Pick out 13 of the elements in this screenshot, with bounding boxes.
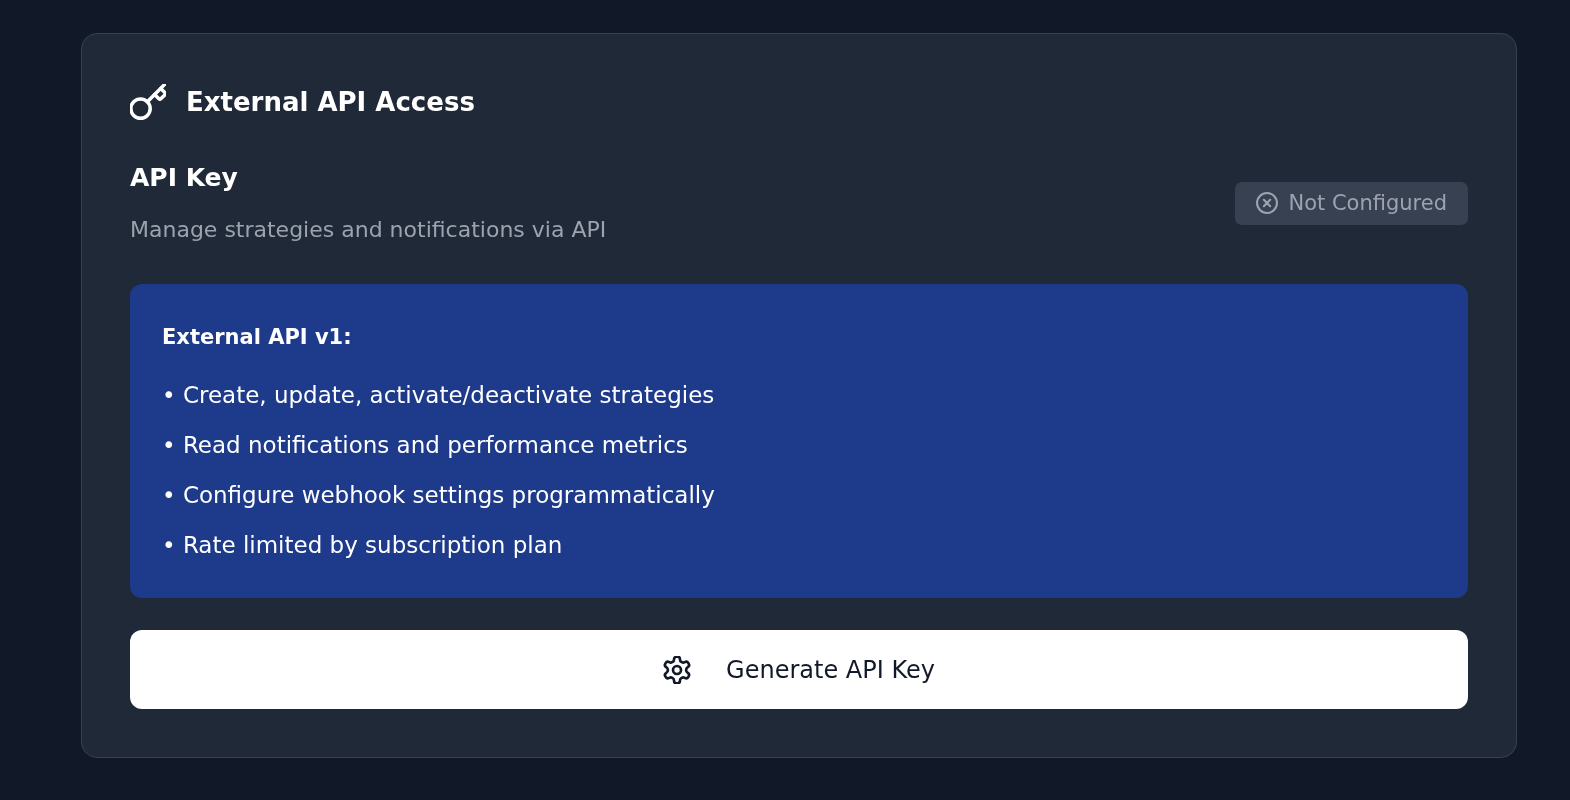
feature-item: • Rate limited by subscription plan	[162, 531, 564, 560]
section-description: Manage strategies and notifications via API	[130, 216, 607, 244]
feature-item: • Configure webhook settings programmatically	[162, 481, 716, 510]
key-icon	[130, 84, 166, 120]
card-title: External API Access	[186, 86, 475, 119]
section-title: API Key	[130, 162, 239, 194]
generate-key-button[interactable]: Generate API Key	[130, 630, 1468, 709]
info-heading: External API v1:	[162, 324, 353, 351]
feature-item: • Read notifications and performance metrics	[162, 431, 689, 460]
gear-icon	[663, 655, 692, 684]
feature-item: • Create, update, activate/deactivate strategies	[162, 381, 716, 410]
x-circle-icon	[1256, 192, 1279, 214]
status-text: Not Configured	[1288, 190, 1447, 217]
